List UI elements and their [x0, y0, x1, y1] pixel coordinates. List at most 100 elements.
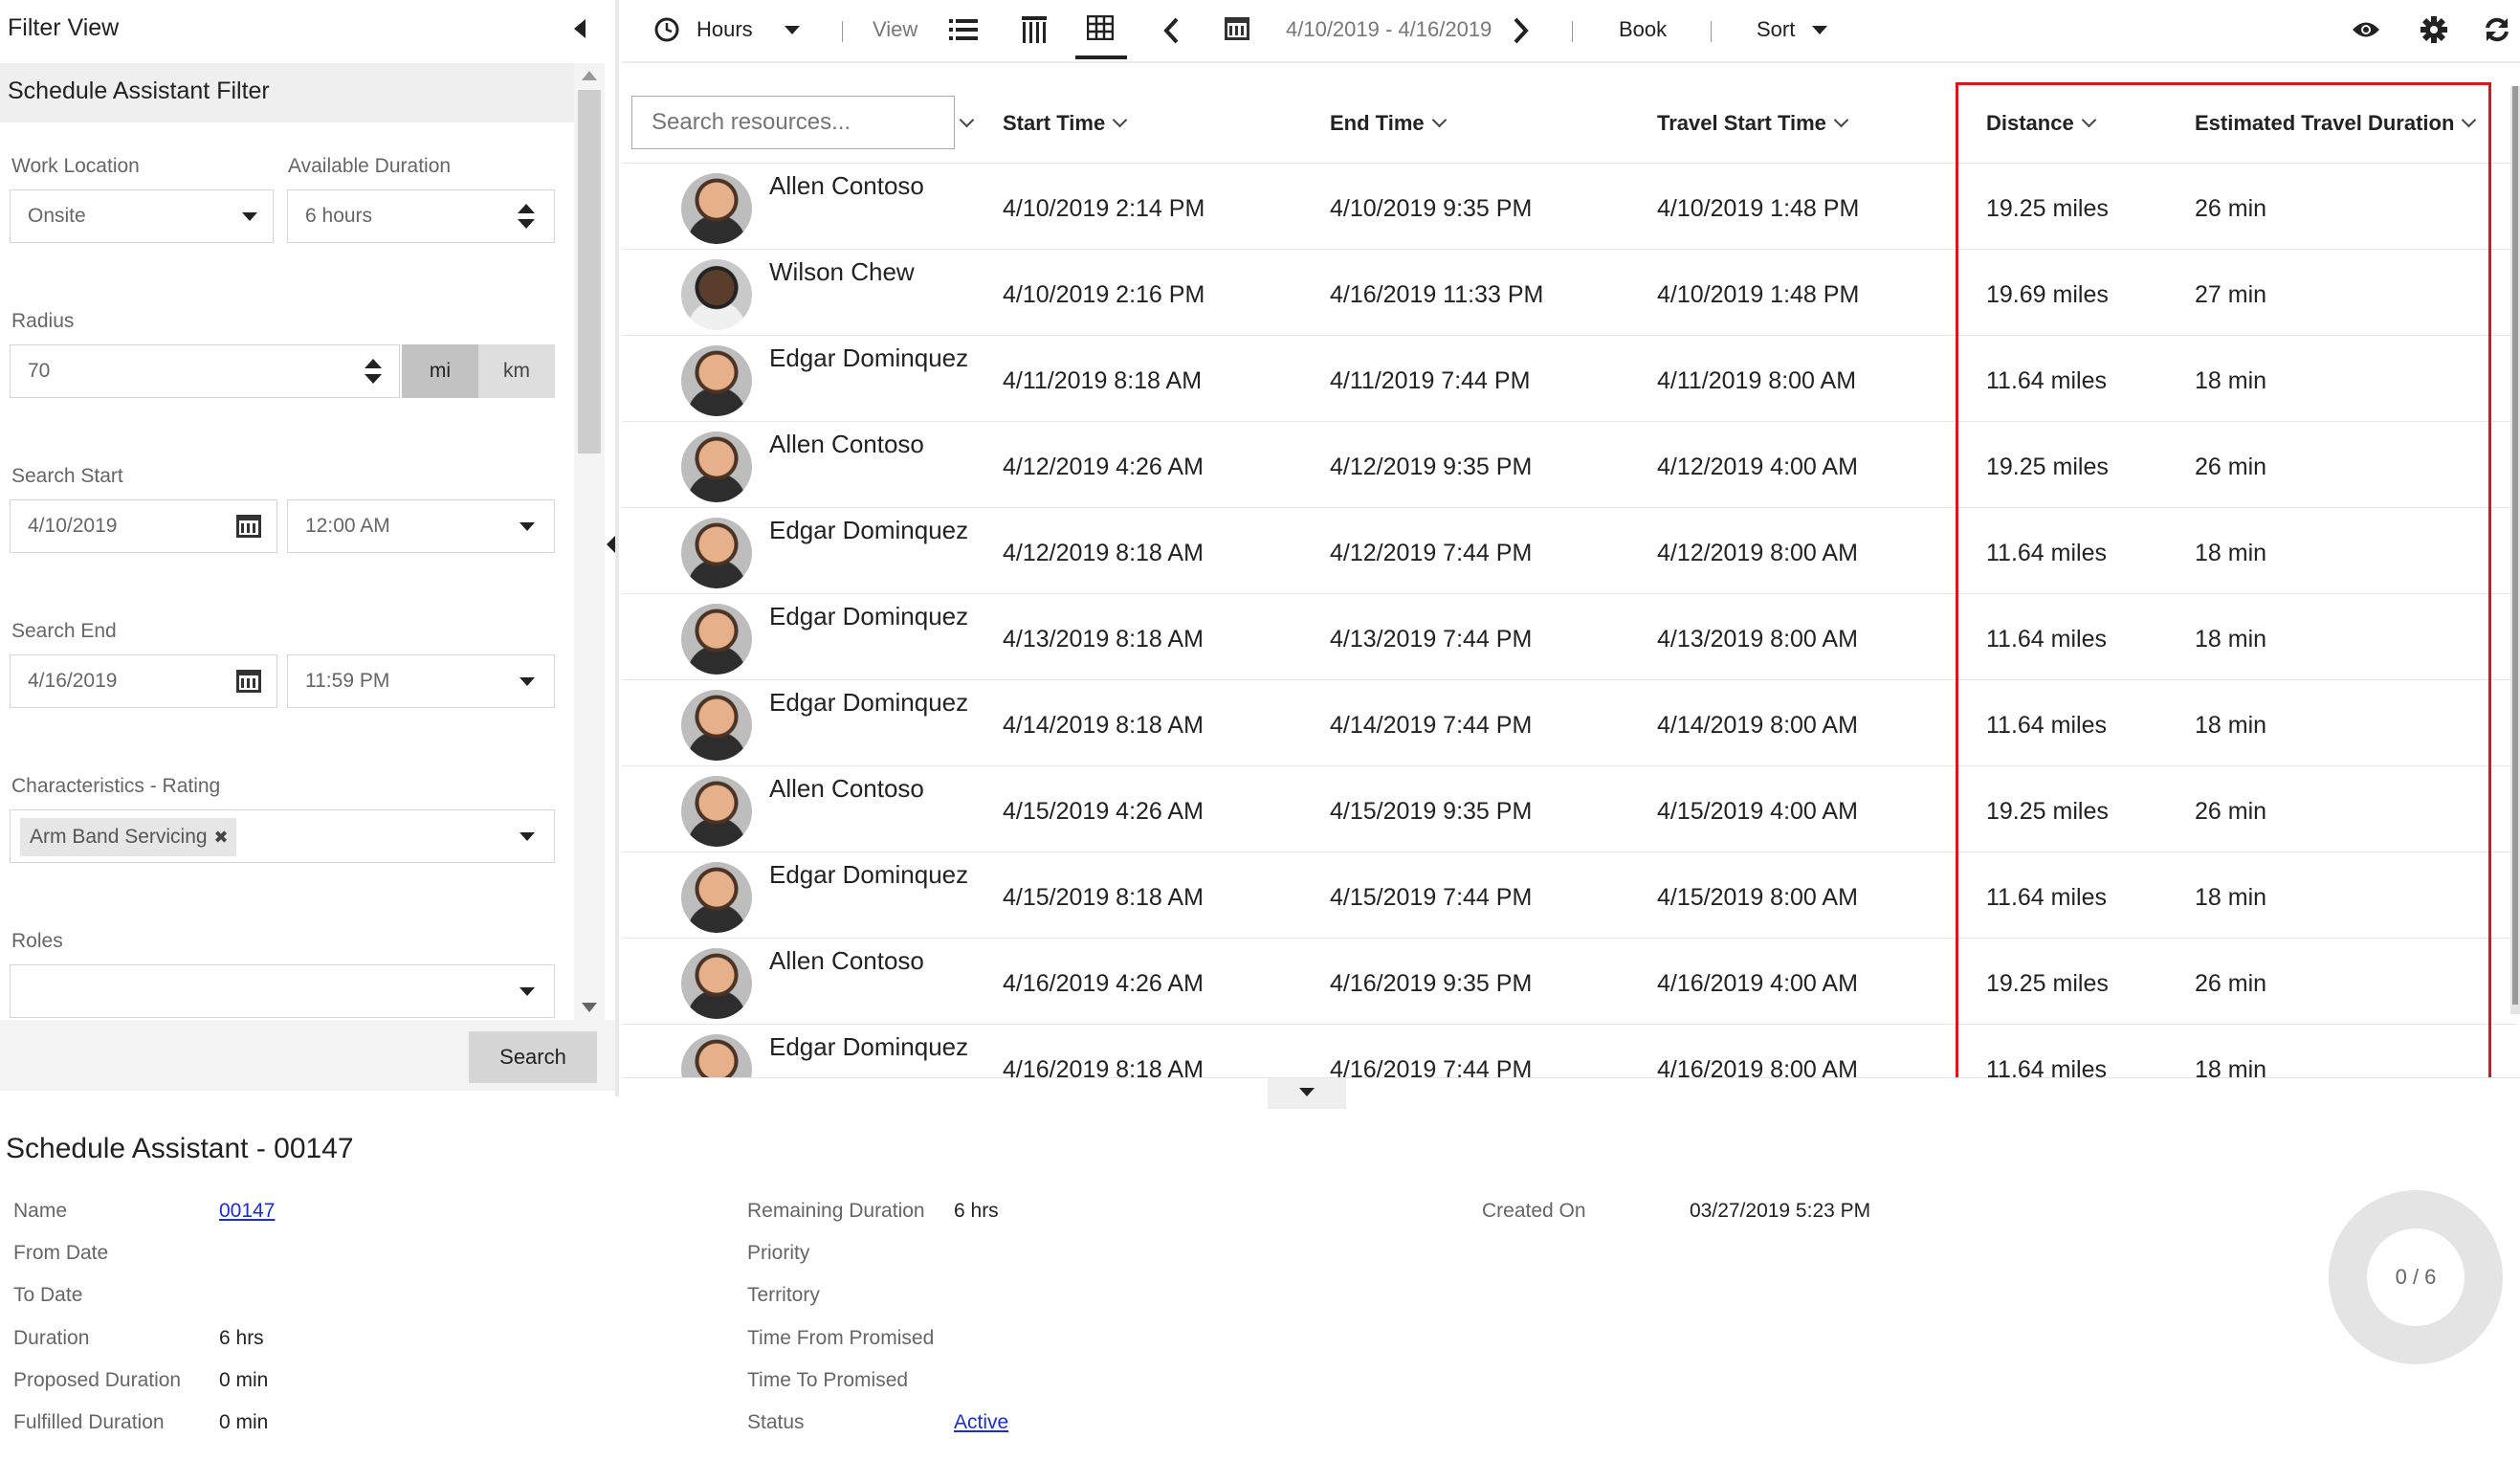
end-time-cell: 4/16/2019 11:33 PM	[1330, 281, 1544, 308]
refresh-icon[interactable]	[2484, 16, 2510, 43]
expand-details-button[interactable]	[1268, 1078, 1346, 1109]
toolbar-divider	[1572, 21, 1573, 42]
work-location-value: Onsite	[28, 205, 86, 227]
date-range[interactable]: 4/10/2019 - 4/16/2019	[1286, 17, 1492, 42]
roles-select[interactable]	[10, 964, 555, 1018]
start-time-cell: 4/15/2019 4:26 AM	[1003, 798, 1204, 825]
work-location-select[interactable]: Onsite	[10, 189, 274, 243]
characteristic-tag: Arm Band Servicing ✖	[20, 818, 236, 856]
start-time-cell: 4/12/2019 8:18 AM	[1003, 540, 1204, 566]
hours-dropdown[interactable]: Hours	[696, 17, 753, 42]
column-header-start-time[interactable]: Start Time	[1003, 111, 1128, 136]
calendar-icon[interactable]	[1225, 17, 1249, 40]
chevron-right-icon[interactable]	[1512, 17, 1531, 44]
avatar	[681, 604, 752, 675]
avatar	[681, 690, 752, 761]
collapse-arrow-icon[interactable]	[607, 536, 615, 553]
avatar	[681, 948, 752, 1019]
travel-start-cell: 4/15/2019 4:00 AM	[1657, 798, 1858, 825]
column-header-end-time[interactable]: End Time	[1330, 111, 1447, 136]
remaining-duration-label: Remaining Duration	[747, 1200, 925, 1222]
resource-name: Allen Contoso	[769, 430, 924, 458]
proposed-duration-value: 0 min	[219, 1369, 269, 1391]
characteristics-label: Characteristics - Rating	[11, 775, 221, 797]
end-time-cell: 4/12/2019 7:44 PM	[1330, 540, 1533, 566]
search-resources-input[interactable]	[631, 96, 955, 149]
avatar	[681, 1034, 752, 1077]
work-location-label: Work Location	[11, 155, 140, 177]
chevron-down-icon	[1299, 1088, 1315, 1096]
resource-name: Allen Contoso	[769, 774, 924, 803]
grid-view-icon[interactable]	[1087, 15, 1114, 40]
scroll-thumb[interactable]	[2512, 86, 2518, 1005]
book-button[interactable]: Book	[1619, 17, 1667, 42]
scroll-thumb[interactable]	[578, 90, 601, 453]
end-time-cell: 4/12/2019 9:35 PM	[1330, 453, 1533, 480]
duration-value: 6 hrs	[219, 1327, 264, 1349]
resource-name: Edgar Dominquez	[769, 1032, 969, 1061]
search-start-time-select[interactable]: 12:00 AM	[287, 499, 555, 553]
search-button[interactable]: Search	[469, 1031, 597, 1083]
available-duration-input[interactable]: 6 hours	[287, 189, 555, 243]
search-end-time-select[interactable]: 11:59 PM	[287, 654, 555, 708]
toolbar-divider	[1711, 21, 1712, 42]
travel-start-cell: 4/16/2019 8:00 AM	[1657, 1056, 1858, 1077]
list-view-icon[interactable]	[949, 17, 978, 42]
calendar-icon[interactable]	[236, 515, 261, 538]
filter-scrollbar[interactable]	[574, 63, 605, 1020]
unit-mi-button[interactable]: mi	[402, 344, 478, 398]
sort-dropdown[interactable]: Sort	[1757, 17, 1795, 42]
search-end-date-input[interactable]: 4/16/2019	[10, 654, 277, 708]
search-start-time-value: 12:00 AM	[305, 515, 390, 537]
clock-icon	[654, 17, 679, 42]
search-start-label: Search Start	[11, 465, 123, 487]
search-start-date-input[interactable]: 4/10/2019	[10, 499, 277, 553]
radius-value: 70	[28, 360, 51, 382]
spinner-icon[interactable]	[365, 357, 382, 386]
collapse-panel-icon[interactable]	[570, 17, 589, 40]
chevron-down-icon[interactable]	[785, 26, 800, 34]
time-from-promised-label: Time From Promised	[747, 1327, 935, 1349]
end-time-cell: 4/13/2019 7:44 PM	[1330, 626, 1533, 653]
available-duration-value: 6 hours	[305, 205, 373, 227]
status-link[interactable]: Active	[954, 1411, 1008, 1434]
avatar	[681, 776, 752, 847]
search-end-time-value: 11:59 PM	[305, 670, 390, 692]
scroll-down-icon[interactable]	[582, 1003, 597, 1012]
progress-label: 0 / 6	[2395, 1265, 2437, 1289]
avatar	[681, 862, 752, 933]
available-duration-label: Available Duration	[288, 155, 452, 177]
eye-icon[interactable]	[2352, 19, 2380, 40]
name-link[interactable]: 00147	[219, 1200, 275, 1223]
start-time-cell: 4/11/2019 8:18 AM	[1003, 367, 1203, 394]
spinner-icon[interactable]	[518, 202, 535, 231]
start-time-cell: 4/16/2019 8:18 AM	[1003, 1056, 1204, 1077]
gear-icon[interactable]	[2421, 16, 2447, 43]
start-time-cell: 4/16/2019 4:26 AM	[1003, 970, 1204, 997]
travel-start-cell: 4/10/2019 1:48 PM	[1657, 195, 1860, 222]
chevron-down-icon[interactable]	[959, 112, 975, 128]
remove-tag-icon[interactable]: ✖	[213, 818, 228, 856]
filter-section-header: Schedule Assistant Filter	[0, 63, 574, 122]
filter-view-title: Filter View	[8, 14, 120, 41]
scroll-up-icon[interactable]	[582, 71, 597, 80]
search-end-label: Search End	[11, 620, 117, 642]
vertical-view-icon[interactable]	[1022, 16, 1047, 43]
radius-input[interactable]: 70	[10, 344, 400, 398]
column-header-travel-start-time[interactable]: Travel Start Time	[1657, 111, 1849, 136]
to-date-label: To Date	[13, 1284, 83, 1306]
grid-scrollbar[interactable]	[2510, 86, 2520, 1014]
panel-splitter[interactable]	[615, 0, 619, 1096]
resource-name: Edgar Dominquez	[769, 860, 969, 889]
chevron-down-icon[interactable]	[1812, 26, 1827, 34]
resource-name: Allen Contoso	[769, 171, 924, 200]
search-start-date-value: 4/10/2019	[28, 515, 118, 537]
chevron-left-icon[interactable]	[1161, 17, 1181, 44]
avatar	[681, 518, 752, 588]
unit-km-button[interactable]: km	[478, 344, 555, 398]
travel-start-cell: 4/14/2019 8:00 AM	[1657, 712, 1858, 739]
calendar-icon[interactable]	[236, 670, 261, 693]
sort-chevron-icon	[1431, 112, 1447, 128]
characteristics-select[interactable]: Arm Band Servicing ✖	[10, 809, 555, 863]
travel-start-cell: 4/16/2019 4:00 AM	[1657, 970, 1858, 997]
